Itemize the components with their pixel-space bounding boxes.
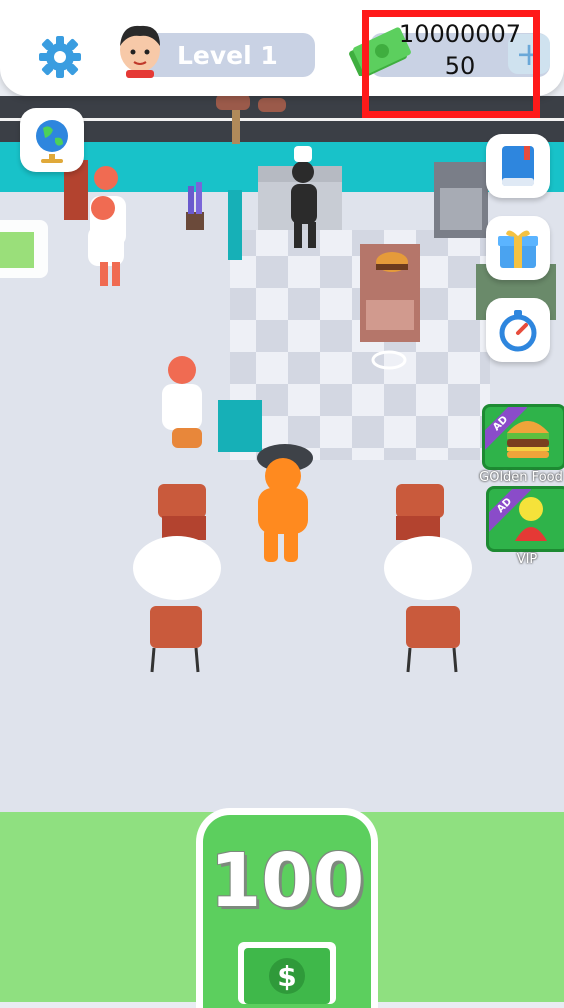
buy-price: 100 xyxy=(209,838,365,924)
globe-icon xyxy=(36,120,68,163)
stopwatch-icon xyxy=(499,310,537,352)
golden-food-ad-button[interactable]: AD xyxy=(482,404,564,470)
player-character xyxy=(258,488,308,534)
level-indicator: Level 1 xyxy=(143,33,315,77)
burger-icon xyxy=(507,421,549,458)
golden-food-caption: GOlden Food xyxy=(479,470,563,485)
highlight-box xyxy=(362,10,540,118)
timer-button[interactable] xyxy=(486,298,550,362)
vip-character-icon xyxy=(515,497,547,541)
world-map-button[interactable] xyxy=(20,108,84,172)
settings-button[interactable] xyxy=(35,32,85,82)
gift-icon xyxy=(498,230,538,268)
recipe-book-button[interactable] xyxy=(486,134,550,198)
svg-text:$: $ xyxy=(277,960,296,993)
book-icon xyxy=(502,146,534,186)
gear-icon xyxy=(39,36,81,78)
vip-ad-button[interactable]: AD xyxy=(486,486,564,552)
gift-button[interactable] xyxy=(486,216,550,280)
dollar-bill-icon: $ xyxy=(238,942,336,1004)
player-avatar-icon xyxy=(120,25,160,78)
level-label: Level 1 xyxy=(177,40,278,70)
vip-caption: VIP xyxy=(516,552,538,567)
